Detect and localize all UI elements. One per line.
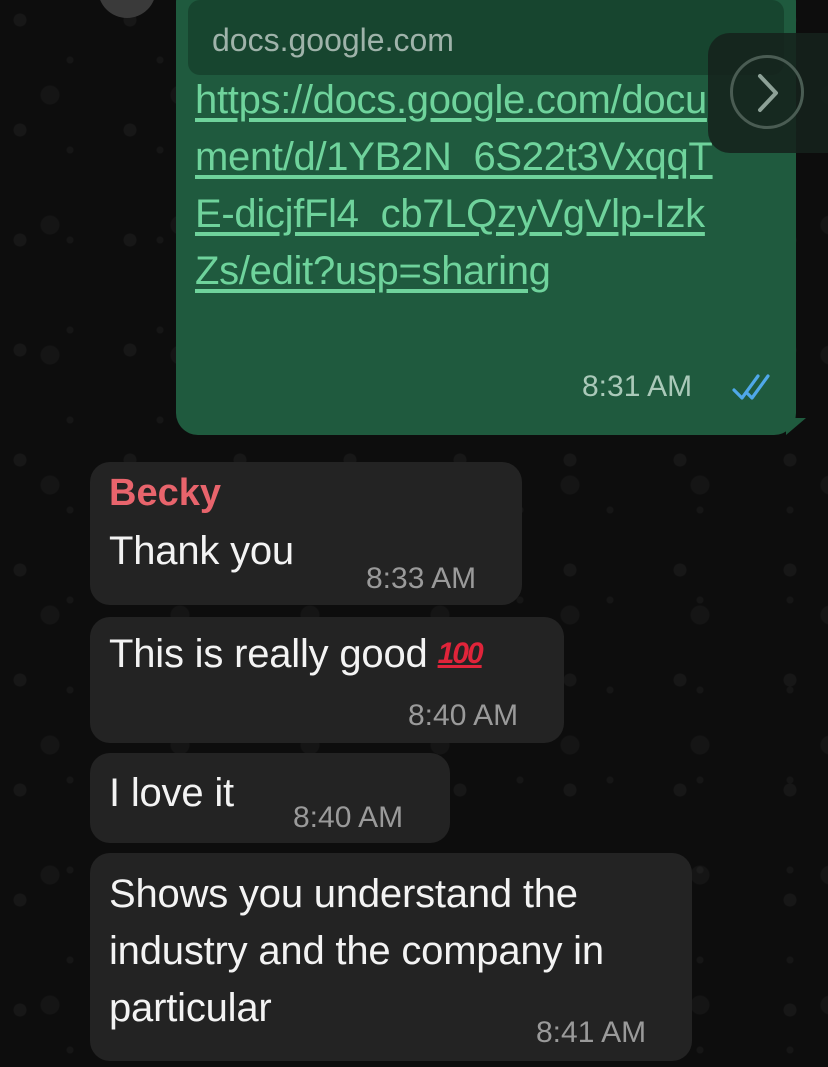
message-timestamp: 8:33 AM <box>366 562 477 595</box>
link-preview-card[interactable]: docs.google.com <box>188 0 784 75</box>
message-text: Thank you <box>109 529 294 573</box>
sender-name: Becky <box>109 472 221 514</box>
outgoing-message-bubble[interactable]: docs.google.com https://docs.google.com/… <box>176 0 796 435</box>
chat-view: docs.google.com https://docs.google.com/… <box>0 0 828 1067</box>
incoming-message-bubble[interactable]: Shows you understand the industry and th… <box>90 853 692 1061</box>
message-text: Shows you understand the industry and th… <box>109 872 604 1030</box>
link-preview-domain: docs.google.com <box>212 22 454 58</box>
incoming-message-bubble[interactable]: Becky Thank you 8:33 AM <box>90 462 522 605</box>
forward-button[interactable] <box>708 33 828 153</box>
forward-circle <box>730 55 804 129</box>
hundred-points-emoji: 100 <box>437 637 484 670</box>
message-text-line: This is really good 100 <box>109 632 484 677</box>
incoming-message-bubble[interactable]: This is really good 100 8:40 AM <box>90 617 564 743</box>
double-check-read-icon <box>732 374 770 400</box>
message-link[interactable]: https://docs.google.com/document/d/1YB2N… <box>195 72 725 300</box>
message-timestamp: 8:40 AM <box>293 801 404 834</box>
chevron-right-icon <box>758 74 778 112</box>
message-timestamp: 8:31 AM <box>582 370 693 403</box>
incoming-message-bubble[interactable]: I love it 8:40 AM <box>90 753 450 843</box>
message-timestamp: 8:40 AM <box>408 699 519 732</box>
message-text: I love it <box>109 771 234 815</box>
avatar[interactable] <box>98 0 156 18</box>
message-text: This is really good <box>109 632 428 676</box>
outgoing-bubble-tail <box>786 418 806 435</box>
message-timestamp: 8:41 AM <box>536 1016 647 1049</box>
